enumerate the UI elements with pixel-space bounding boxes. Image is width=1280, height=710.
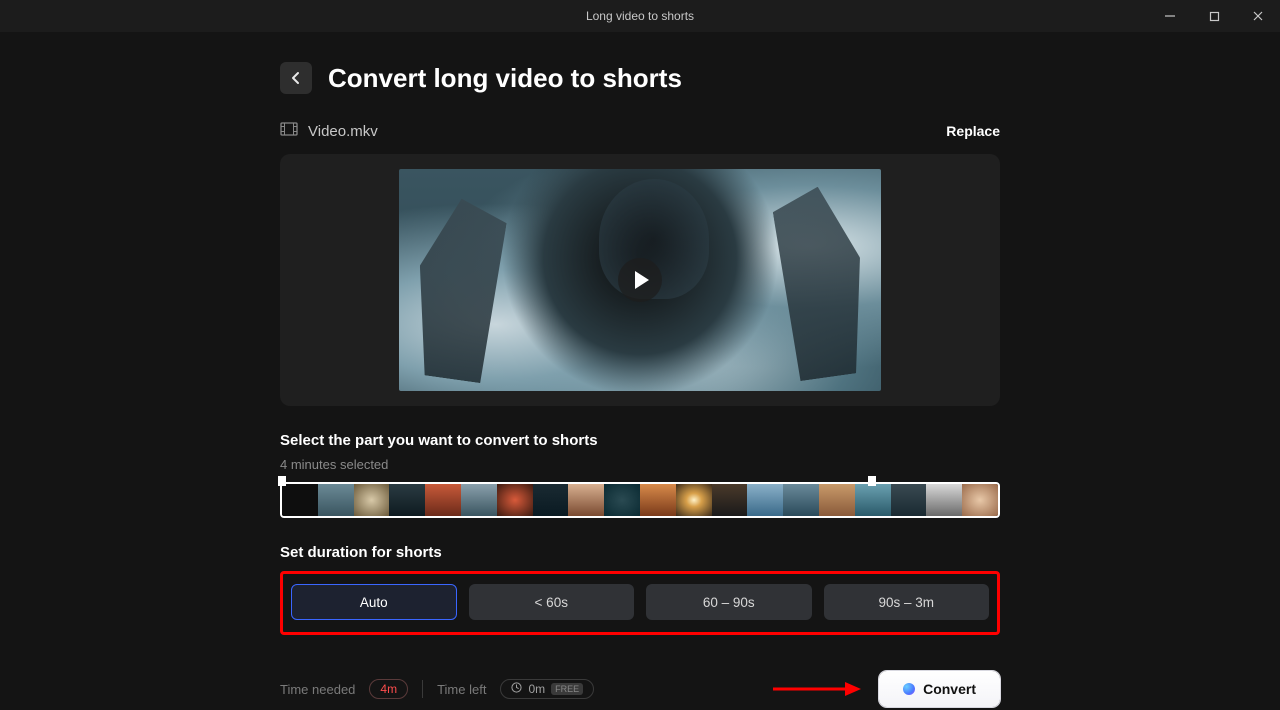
video-thumbnail [399,169,881,391]
timeline-thumb [354,484,390,516]
time-left-label: Time left [437,682,486,697]
footer-bar: Time needed 4m Time left 0m FREE Convert [280,671,1000,707]
thumbnail-art [770,182,876,381]
timeline-thumb [461,484,497,516]
thumbnail-art [405,194,509,383]
ai-spark-icon [903,683,915,695]
duration-label: Set duration for shorts [280,544,1000,561]
duration-option-auto[interactable]: Auto [291,584,457,620]
page-title: Convert long video to shorts [328,63,682,94]
select-part-label: Select the part you want to convert to s… [280,432,1000,449]
timeline-thumb [747,484,783,516]
timeline-handle-right[interactable] [868,476,876,486]
timeline-thumb [676,484,712,516]
back-button[interactable] [280,62,312,94]
separator [422,680,423,698]
annotation-highlight-box: Auto < 60s 60 – 90s 90s – 3m [280,571,1000,635]
time-left-tag: FREE [551,683,583,695]
convert-button-label: Convert [923,681,976,697]
time-left-value: 0m [528,682,545,696]
play-button[interactable] [618,258,662,302]
timeline-thumb [640,484,676,516]
timeline-track[interactable] [280,482,1000,518]
timeline-thumb [389,484,425,516]
timeline-thumb [425,484,461,516]
duration-option-90s-3m[interactable]: 90s – 3m [824,584,990,620]
replace-button[interactable]: Replace [946,123,1000,139]
minimize-button[interactable] [1148,0,1192,32]
timeline-thumb [497,484,533,516]
duration-option-60-90s[interactable]: 60 – 90s [646,584,812,620]
page-header: Convert long video to shorts [280,62,1000,94]
selection-duration-text: 4 minutes selected [280,457,1000,472]
time-left-pill: 0m FREE [500,679,594,699]
time-needed-value: 4m [369,679,408,699]
app-body: Convert long video to shorts Video.mkv R… [0,32,1280,710]
timeline-thumb [891,484,927,516]
timeline-thumb [568,484,604,516]
duration-options: Auto < 60s 60 – 90s 90s – 3m [291,584,989,620]
close-button[interactable] [1236,0,1280,32]
timeline-thumb [712,484,748,516]
file-name: Video.mkv [308,123,378,140]
time-meta: Time needed 4m Time left 0m FREE [280,679,594,699]
window-controls [1148,0,1280,32]
window-title: Long video to shorts [586,9,694,23]
timeline-thumb [533,484,569,516]
timeline-thumb [819,484,855,516]
timeline-thumb [962,484,998,516]
maximize-button[interactable] [1192,0,1236,32]
time-needed-label: Time needed [280,682,355,697]
duration-section: Set duration for shorts Auto < 60s 60 – … [280,544,1000,635]
file-row: Video.mkv Replace [280,122,1000,140]
duration-option-60s[interactable]: < 60s [469,584,635,620]
timeline-thumb [282,484,318,516]
timeline-thumb [783,484,819,516]
clock-icon [511,682,522,696]
annotation-arrow [594,679,879,699]
timeline-thumb [926,484,962,516]
timeline-thumb [318,484,354,516]
timeline-thumb [604,484,640,516]
video-preview [280,154,1000,406]
timeline[interactable] [280,482,1000,518]
timeline-thumb [855,484,891,516]
title-bar: Long video to shorts [0,0,1280,32]
video-file-icon [280,122,298,140]
convert-button[interactable]: Convert [879,671,1000,707]
timeline-handle-left[interactable] [278,476,286,486]
file-info: Video.mkv [280,122,378,140]
